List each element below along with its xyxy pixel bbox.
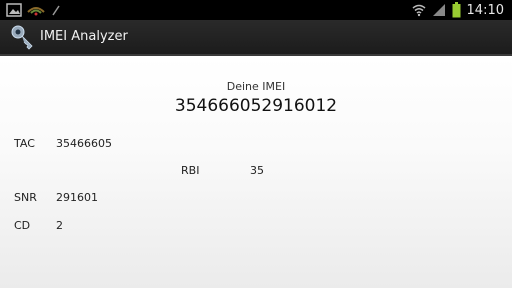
cd-label: CD bbox=[14, 219, 31, 232]
main-content: Deine IMEI 354666052916012 TAC 35466605 … bbox=[0, 56, 512, 288]
imei-value: 354666052916012 bbox=[174, 96, 338, 116]
cd-value: 2 bbox=[56, 219, 63, 232]
app-title: IMEI Analyzer bbox=[40, 29, 128, 44]
status-bar: 14:10 bbox=[0, 0, 512, 20]
notification-icons bbox=[6, 2, 66, 18]
wifi-router-icon bbox=[27, 7, 45, 16]
key-icon[interactable] bbox=[10, 24, 36, 50]
tac-value: 35466605 bbox=[56, 137, 112, 150]
imei-caption: Deine IMEI bbox=[226, 80, 286, 93]
status-clock: 14:10 bbox=[466, 2, 504, 18]
snr-value: 291601 bbox=[56, 191, 98, 204]
picture-icon bbox=[6, 3, 22, 17]
system-icons: 14:10 bbox=[412, 0, 504, 20]
snr-label: SNR bbox=[14, 191, 37, 204]
rbi-value: 35 bbox=[250, 164, 264, 177]
signal-icon bbox=[432, 4, 445, 16]
pen-icon bbox=[52, 5, 60, 16]
wifi-icon bbox=[412, 4, 426, 17]
tac-label: TAC bbox=[14, 137, 35, 150]
rbi-label: RBI bbox=[181, 164, 200, 177]
battery-icon bbox=[452, 2, 461, 18]
action-bar: IMEI Analyzer bbox=[0, 20, 512, 56]
